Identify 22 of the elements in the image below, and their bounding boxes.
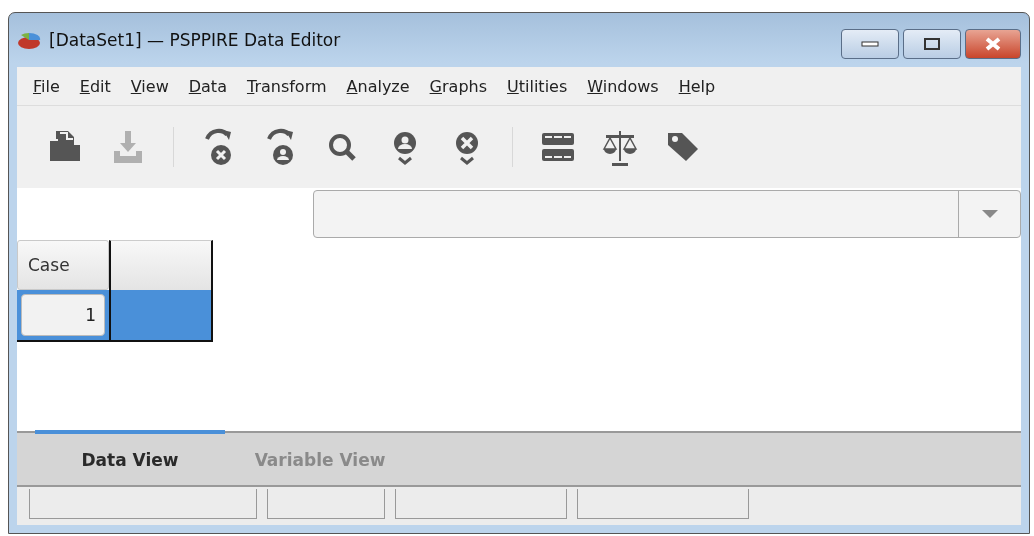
menu-item[interactable]: Transform xyxy=(236,74,337,98)
menu-item[interactable]: Data xyxy=(178,74,237,98)
pie-chart-icon xyxy=(17,30,41,50)
menu-item[interactable]: Graphs xyxy=(419,74,498,98)
menu-item[interactable]: Analyze xyxy=(336,74,420,98)
minimize-icon xyxy=(861,41,879,47)
menu-item[interactable]: View xyxy=(120,74,179,98)
menu-item[interactable]: File xyxy=(23,74,70,98)
window-title: [DataSet1] — PSPPIRE Data Editor xyxy=(49,30,341,50)
close-icon xyxy=(984,37,1002,51)
menu-item[interactable]: Edit xyxy=(69,74,121,98)
close-button[interactable] xyxy=(965,29,1021,59)
menu-item[interactable]: Utilities xyxy=(497,74,578,98)
minimize-button[interactable] xyxy=(841,29,899,59)
table-cell[interactable] xyxy=(109,290,213,342)
row-header[interactable]: 1 xyxy=(17,290,109,342)
maximize-icon xyxy=(924,38,940,50)
maximize-button[interactable] xyxy=(903,29,961,59)
column-header: Case xyxy=(17,240,109,290)
menu-item[interactable]: Windows xyxy=(577,74,669,98)
dropdown-caret-icon xyxy=(981,210,998,218)
menu-item[interactable]: Help xyxy=(668,74,726,98)
